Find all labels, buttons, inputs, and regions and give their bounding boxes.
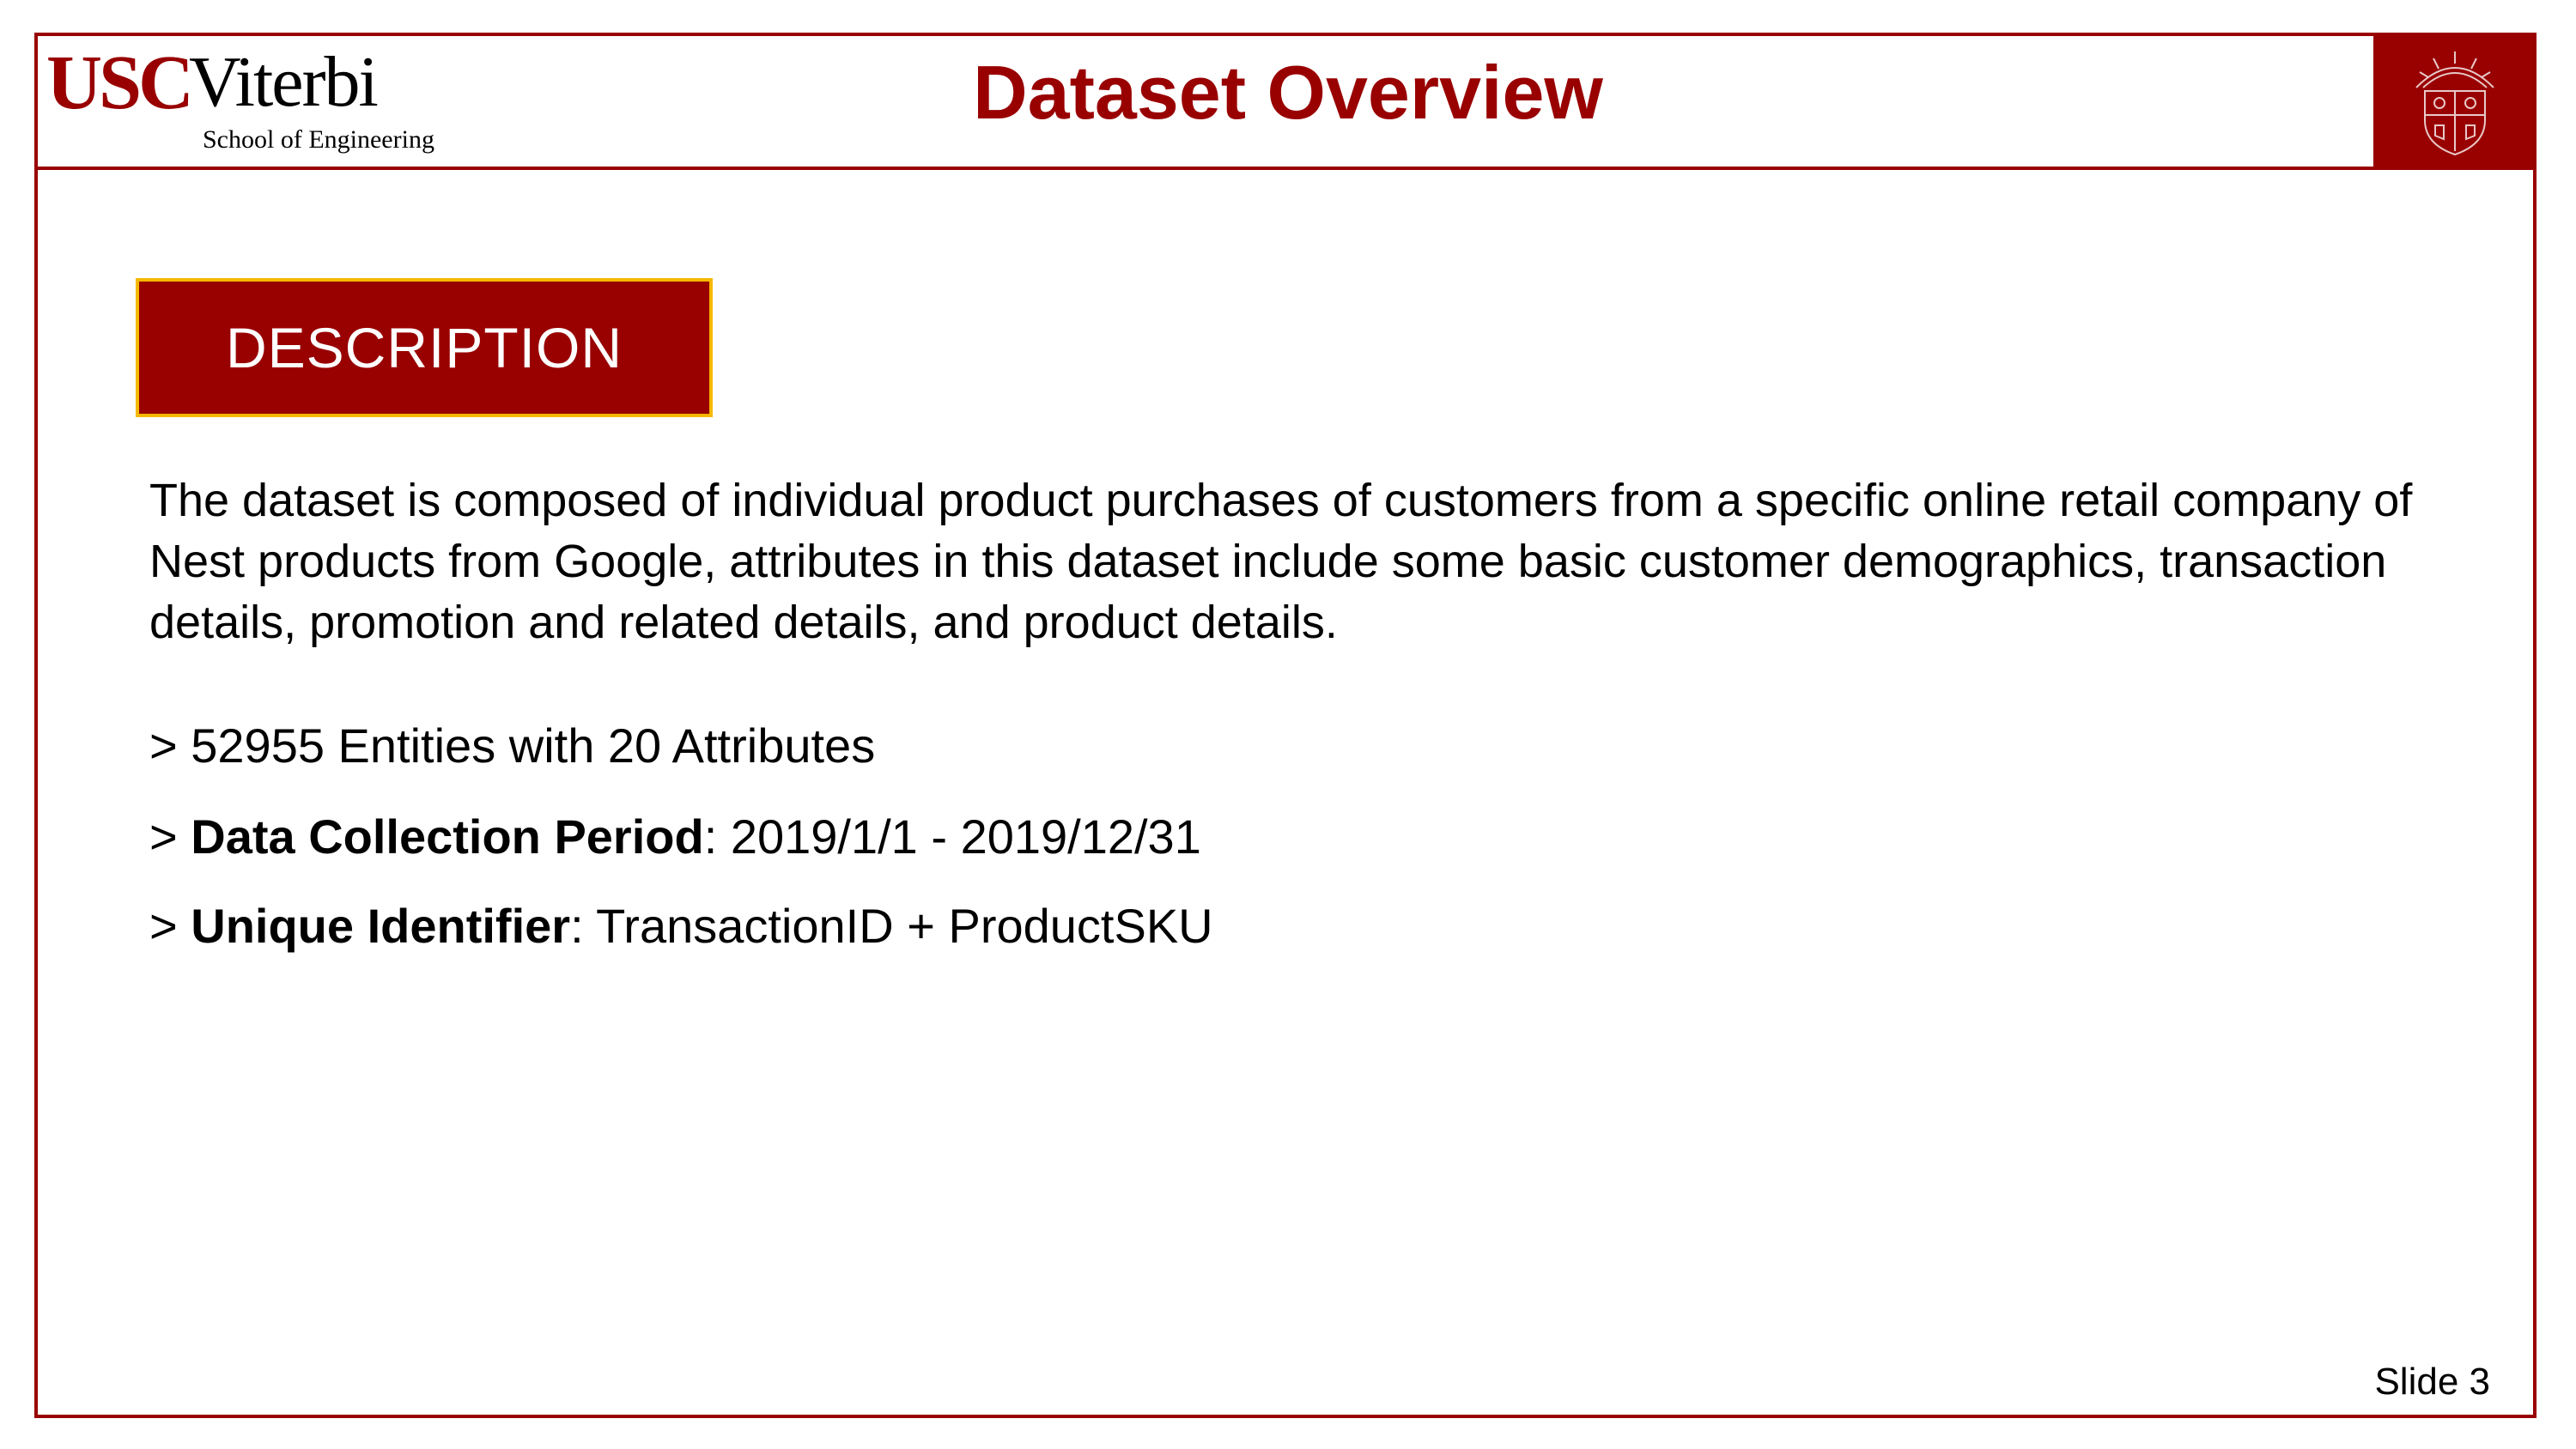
description-label-text: DESCRIPTION	[225, 316, 623, 379]
logo-usc-text: USC	[46, 40, 194, 125]
header-divider	[34, 167, 2537, 170]
description-paragraph: The dataset is composed of individual pr…	[149, 475, 2413, 648]
logo-viterbi-text: Viterbi	[189, 42, 379, 122]
slide-number: Slide 3	[2374, 1361, 2490, 1403]
bullet-text: 52955 Entities with 20 Attributes	[191, 718, 876, 773]
bullet-prefix: >	[149, 809, 191, 864]
bullet-prefix: >	[149, 718, 191, 773]
bullet-prefix: >	[149, 899, 191, 953]
description-section-label: DESCRIPTION	[136, 278, 713, 417]
bullet-label: Data Collection Period	[191, 809, 704, 864]
bullet-text: : TransactionID + ProductSKU	[570, 899, 1213, 953]
bullet-entities: > 52955 Entities with 20 Attributes	[149, 716, 875, 776]
usc-seal-icon	[2415, 52, 2494, 156]
usc-seal-badge	[2373, 33, 2537, 170]
bullet-text: : 2019/1/1 - 2019/12/31	[703, 809, 1201, 864]
slide-title: Dataset Overview	[973, 50, 1603, 135]
bullet-collection-period: > Data Collection Period: 2019/1/1 - 201…	[149, 807, 1201, 867]
logo-subtitle: School of Engineering	[203, 125, 434, 154]
usc-viterbi-logo: USC Viterbi School of Engineering	[46, 45, 441, 165]
bullet-unique-identifier: > Unique Identifier: TransactionID + Pro…	[149, 896, 1213, 956]
bullet-label: Unique Identifier	[191, 899, 571, 953]
